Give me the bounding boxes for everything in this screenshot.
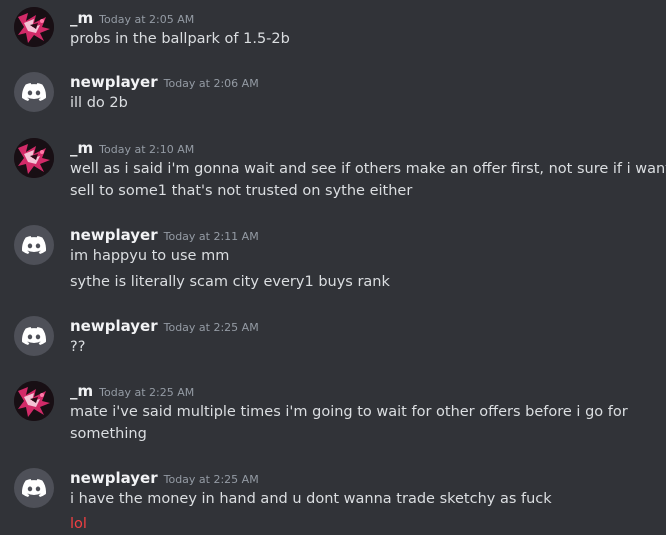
user-avatar[interactable] <box>14 138 54 178</box>
message-text: sell to some1 that's not trusted on syth… <box>70 183 413 199</box>
message-text: i have the money in hand and u dont wann… <box>70 491 552 507</box>
message-timestamp[interactable]: Today at 2:10 AM <box>99 143 194 156</box>
discord-default-avatar-icon <box>22 83 46 101</box>
anime-avatar-icon <box>14 7 54 47</box>
message-timestamp[interactable]: Today at 2:06 AM <box>164 77 259 90</box>
discord-default-avatar-icon <box>22 327 46 345</box>
username[interactable]: newplayer <box>70 317 158 335</box>
discord-default-avatar-icon <box>22 236 46 254</box>
user-avatar[interactable] <box>14 381 54 421</box>
message-text: im happyu to use mm <box>70 248 230 264</box>
discord-default-avatar-icon <box>22 479 46 497</box>
username[interactable]: newplayer <box>70 469 158 487</box>
message-timestamp[interactable]: Today at 2:25 AM <box>99 386 194 399</box>
user-avatar[interactable] <box>14 7 54 47</box>
message-text: something <box>70 426 147 442</box>
username[interactable]: _m <box>70 382 93 400</box>
message-text: well as i said i'm gonna wait and see if… <box>70 161 666 177</box>
user-avatar[interactable] <box>14 316 54 356</box>
anime-avatar-icon <box>14 138 54 178</box>
message-timestamp[interactable]: Today at 2:25 AM <box>164 473 259 486</box>
failed-message-text: lol <box>70 516 87 532</box>
message-timestamp[interactable]: Today at 2:25 AM <box>164 321 259 334</box>
message-timestamp[interactable]: Today at 2:05 AM <box>99 13 194 26</box>
user-avatar[interactable] <box>14 468 54 508</box>
username[interactable]: newplayer <box>70 226 158 244</box>
anime-avatar-icon <box>14 381 54 421</box>
message-text: ill do 2b <box>70 95 128 111</box>
user-avatar[interactable] <box>14 72 54 112</box>
message-text: probs in the ballpark of 1.5-2b <box>70 31 290 47</box>
message-text: ?? <box>70 339 86 355</box>
username[interactable]: _m <box>70 139 93 157</box>
message-text: mate i've said multiple times i'm going … <box>70 404 628 420</box>
message-text: sythe is literally scam city every1 buys… <box>70 274 390 290</box>
message-timestamp[interactable]: Today at 2:11 AM <box>164 230 259 243</box>
username[interactable]: _m <box>70 9 93 27</box>
username[interactable]: newplayer <box>70 73 158 91</box>
user-avatar[interactable] <box>14 225 54 265</box>
